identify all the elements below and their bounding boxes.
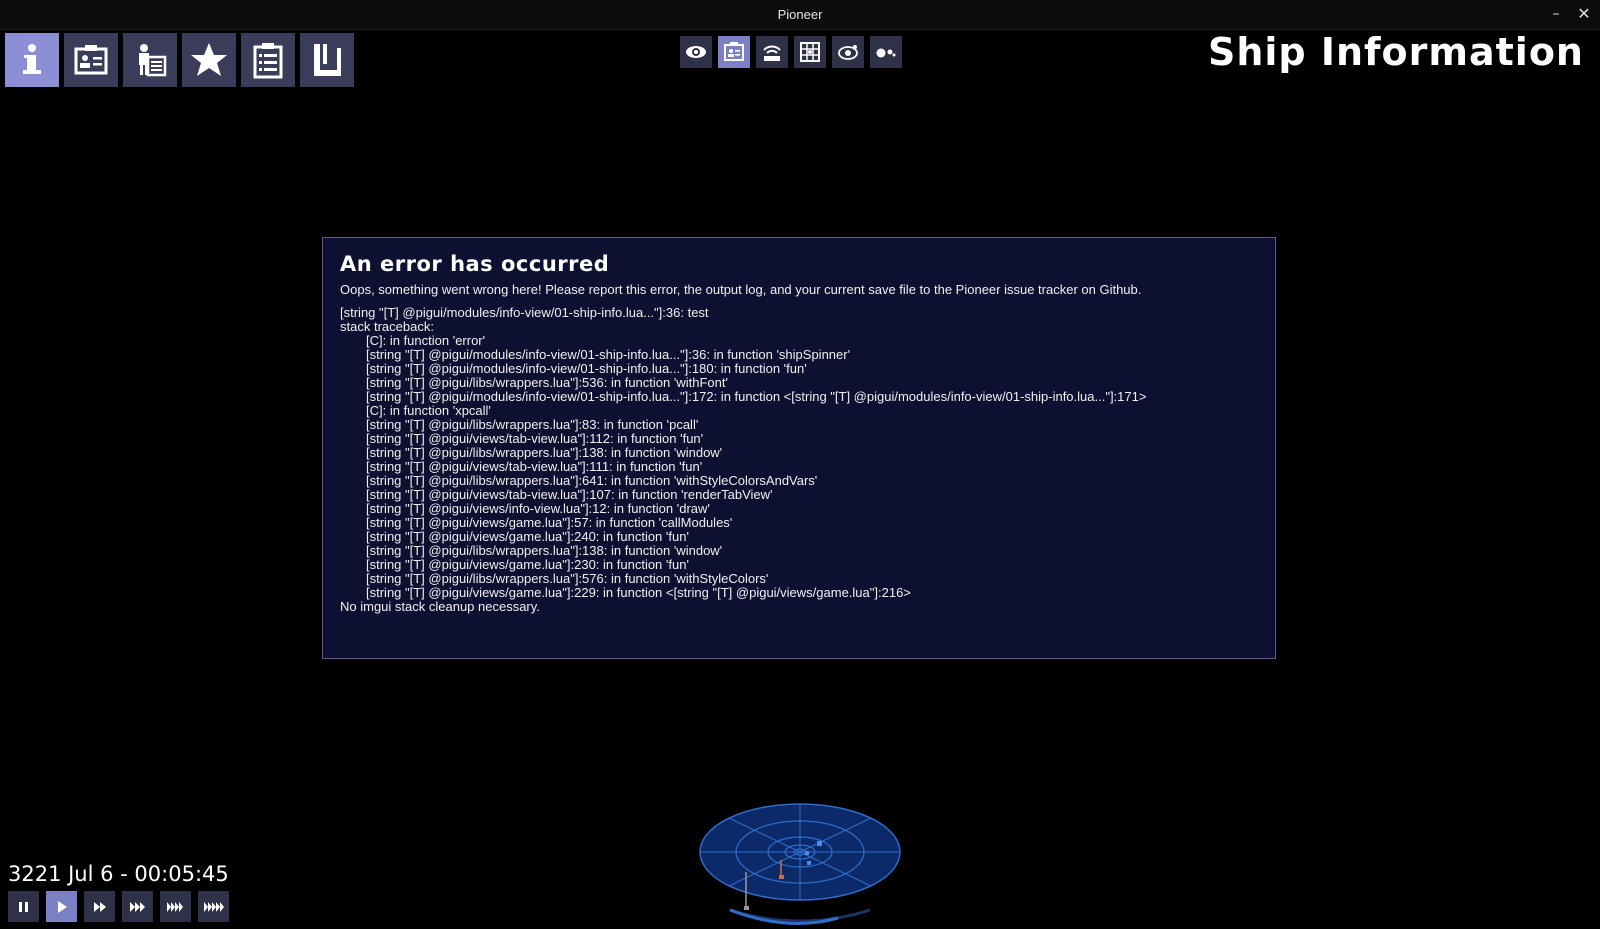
eye-icon	[686, 46, 706, 58]
fast-forward-3-icon	[129, 901, 145, 912]
traceback-line: [string "[T] @pigui/libs/wrappers.lua"]:…	[366, 571, 769, 586]
crew-icon	[139, 44, 167, 77]
info-icon	[23, 44, 41, 74]
window-title: Pioneer	[777, 7, 823, 22]
traceback-label: stack traceback:	[340, 319, 434, 334]
page-title: Ship Information	[1207, 30, 1584, 74]
sector-map-button[interactable]	[794, 36, 826, 68]
radar-scanner	[699, 803, 901, 925]
traceback-line: [string "[T] @pigui/libs/wrappers.lua"]:…	[366, 473, 818, 488]
sector-grid-icon	[800, 42, 820, 62]
error-heading: An error has occurred	[340, 252, 610, 276]
traceback-line: [string "[T] @pigui/views/info-view.lua"…	[366, 501, 710, 516]
tab-reputation[interactable]	[182, 33, 236, 87]
error-traceback: [string "[T] @pigui/modules/info-view/01…	[340, 306, 1258, 614]
comms-icon	[763, 45, 781, 61]
speed-5-button[interactable]	[198, 891, 229, 922]
traceback-line: [string "[T] @pigui/views/game.lua"]:229…	[366, 585, 911, 600]
fast-forward-4-icon	[166, 901, 183, 912]
star-icon	[191, 43, 227, 76]
tab-personal-info[interactable]	[64, 33, 118, 87]
play-icon	[57, 900, 67, 913]
speed-4-button[interactable]	[160, 891, 191, 922]
tab-ship-info[interactable]	[5, 33, 59, 87]
minimize-button[interactable]: –	[1546, 4, 1566, 24]
comms-button[interactable]	[756, 36, 788, 68]
traceback-line: [string "[T] @pigui/libs/wrappers.lua"]:…	[366, 543, 723, 558]
traceback-line: [string "[T] @pigui/libs/wrappers.lua"]:…	[366, 417, 699, 432]
tab-missions[interactable]	[241, 33, 295, 87]
traceback-line: [string "[T] @pigui/views/tab-view.lua"]…	[366, 459, 703, 474]
error-message: Oops, something went wrong here! Please …	[340, 282, 1142, 297]
fast-forward-5-icon	[203, 901, 224, 912]
traceback-line: [string "[T] @pigui/views/game.lua"]:57:…	[366, 515, 733, 530]
clipboard-icon	[253, 43, 283, 79]
game-date: 3221 Jul 6 - 00:05:45	[8, 862, 229, 886]
traceback-line: [string "[T] @pigui/views/game.lua"]:240…	[366, 529, 689, 544]
traceback-line: [string "[T] @pigui/views/tab-view.lua"]…	[366, 431, 704, 446]
planets-icon	[876, 48, 896, 58]
system-info-button[interactable]	[870, 36, 902, 68]
fast-forward-2-icon	[93, 901, 106, 912]
window-titlebar: Pioneer – ✕	[0, 0, 1600, 30]
traceback-line: [string "[T] @pigui/modules/info-view/01…	[366, 361, 807, 376]
time-controls	[8, 891, 229, 922]
system-map-button[interactable]	[832, 36, 864, 68]
speed-2-button[interactable]	[84, 891, 115, 922]
traceback-line: [string "[T] @pigui/views/tab-view.lua"]…	[366, 487, 773, 502]
info-tabs	[5, 33, 354, 87]
traceback-line: [C]: in function 'error'	[366, 333, 486, 348]
error-first-line: [string "[T] @pigui/modules/info-view/01…	[340, 305, 709, 320]
traceback-line: [string "[T] @pigui/modules/info-view/01…	[366, 389, 1147, 404]
traceback-line: [string "[T] @pigui/views/game.lua"]:230…	[366, 557, 689, 572]
traceback-line: [string "[T] @pigui/libs/wrappers.lua"]:…	[366, 375, 728, 390]
orbit-icon	[838, 45, 858, 60]
error-dialog: An error has occurred Oops, something we…	[322, 237, 1276, 659]
info-view-button[interactable]	[718, 36, 750, 68]
pause-button[interactable]	[8, 891, 39, 922]
pause-icon	[18, 901, 28, 912]
speed-3-button[interactable]	[122, 891, 153, 922]
traceback-line: [C]: in function 'xpcall'	[366, 403, 491, 418]
close-button[interactable]: ✕	[1574, 4, 1594, 24]
view-switcher	[680, 36, 902, 68]
book-icon	[314, 44, 341, 76]
id-card-icon	[724, 42, 744, 61]
world-view-button[interactable]	[680, 36, 712, 68]
traceback-line: [string "[T] @pigui/modules/info-view/01…	[366, 347, 851, 362]
traceback-line: [string "[T] @pigui/libs/wrappers.lua"]:…	[366, 445, 723, 460]
error-footer: No imgui stack cleanup necessary.	[340, 599, 540, 614]
tab-crew-roster[interactable]	[123, 33, 177, 87]
play-button[interactable]	[46, 891, 77, 922]
id-card-icon	[74, 45, 108, 75]
tab-econ-trade[interactable]	[300, 33, 354, 87]
